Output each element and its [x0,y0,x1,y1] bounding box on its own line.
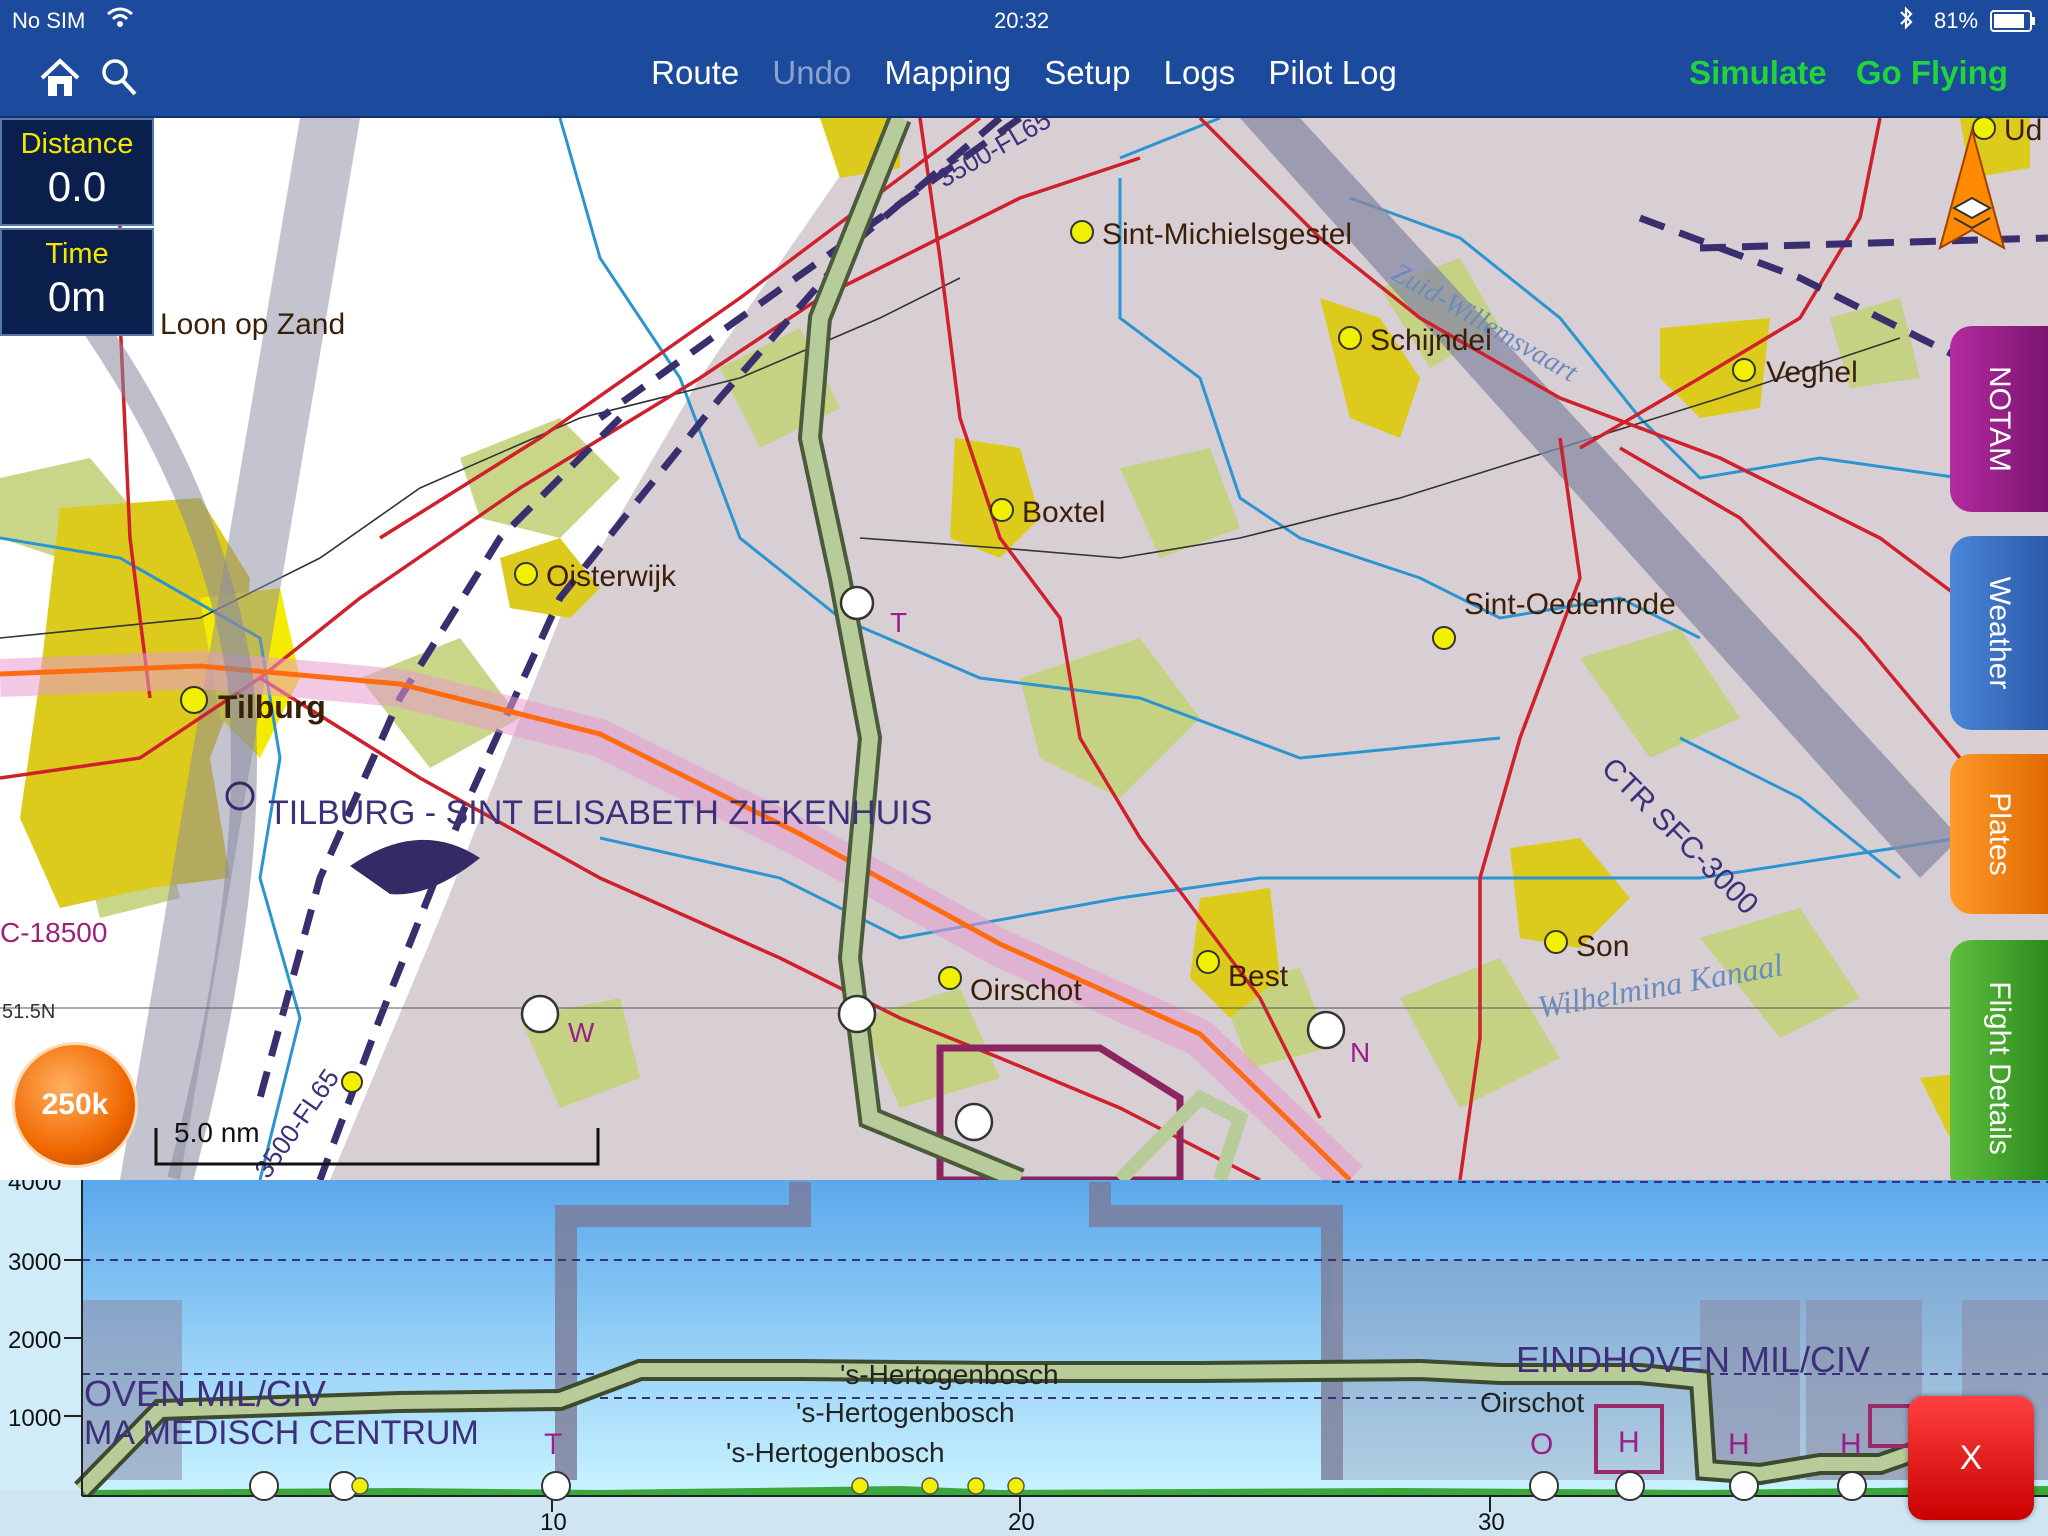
label-oirschot: Oirschot [970,974,1082,1007]
carrier-label: No SIM [12,8,86,33]
scale-label: 5.0 nm [174,1117,260,1148]
profile-label-hb3: 's-Hertogenbosch [726,1437,945,1468]
label-oisterwijk: Oisterwijk [546,560,677,593]
profile-label-hb1: 's-Hertogenbosch [840,1359,1059,1390]
profile-label-oirschot: Oirschot [1480,1387,1584,1418]
flight-actions: Simulate Go Flying [1669,54,2008,92]
tab-flight-details[interactable]: Flight Details [1950,940,2048,1196]
profile-label-eindhoven-left: OVEN MIL/CIV [84,1373,326,1414]
x-tick-30: 30 [1478,1509,1505,1536]
y-tick-1000: 1000 [8,1405,61,1432]
logs-button[interactable]: Logs [1164,54,1236,91]
label-rp-t: T [890,607,907,638]
profile-label-h1: H [1618,1426,1640,1459]
mapping-button[interactable]: Mapping [884,54,1011,91]
distance-label: Distance [20,128,134,160]
time-box[interactable]: Time 0m [0,228,154,336]
profile-label-hb2: 's-Hertogenbosch [796,1397,1015,1428]
profile-label-h2: H [1728,1428,1750,1461]
tab-plates[interactable]: Plates [1950,754,2048,914]
time-value: 0m [47,273,107,320]
tab-weather[interactable]: Weather [1950,536,2048,730]
label-boxtel: Boxtel [1022,496,1105,529]
go-flying-button[interactable]: Go Flying [1856,54,2008,91]
label-latitude: 51.5N [2,1001,55,1023]
x-tick-20: 20 [1008,1509,1035,1536]
tab-plates-label: Plates [1983,792,2016,876]
profile-chart[interactable]: 4000 3000 2000 1000 10 20 30 OVEN MIL/CI… [0,1180,2048,1536]
profile-label-eindhoven-right: EINDHOVEN MIL/CIV [1516,1339,1870,1380]
zoom-scale-button[interactable]: 250k [12,1042,138,1168]
status-bar: No SIM 20:32 81% [0,0,2048,40]
label-rp-n: N [1350,1037,1370,1068]
label-airspace-left: C-18500 [0,917,107,948]
label-rp-w: W [568,1017,595,1048]
label-son: Son [1576,930,1629,963]
time-label: Time [45,238,109,270]
distance-value: 0.0 [47,163,107,210]
tab-weather-label: Weather [1983,576,2016,690]
undo-button[interactable]: Undo [772,54,851,91]
label-hospital: TILBURG - SINT ELISABETH ZIEKENHUIS [268,794,932,832]
y-tick-labels: 4000 3000 2000 1000 [8,1180,61,1432]
setup-button[interactable]: Setup [1044,54,1130,91]
y-tick-2000: 2000 [8,1327,61,1354]
tab-flight-details-label: Flight Details [1983,981,2016,1155]
profile-label-t: T [544,1428,562,1461]
bluetooth-icon [1898,6,1914,36]
battery-percent: 81% [1934,8,1979,33]
map-view[interactable]: Ud Sint-Michielsgestel Loon op Zand Schi… [0,118,2048,1180]
label-best: Best [1228,960,1289,993]
pilot-log-button[interactable]: Pilot Log [1268,54,1396,91]
nav-bar: Route Undo Mapping Setup Logs Pilot Log … [0,40,2048,118]
y-tick-4000: 4000 [8,1180,61,1196]
distance-box[interactable]: Distance 0.0 [0,118,154,226]
clock: 20:32 [994,8,1050,33]
tab-notam-label: NOTAM [1983,365,2016,473]
tab-notam[interactable]: NOTAM [1950,326,2048,512]
x-tick-10: 10 [540,1509,567,1536]
label-sint-michielsgestel: Sint-Michielsgestel [1102,218,1352,251]
label-ud: Ud [2004,118,2042,147]
y-tick-3000: 3000 [8,1249,61,1276]
label-veghel: Veghel [1766,356,1858,389]
profile-label-h3: H [1840,1428,1862,1461]
close-profile-button[interactable]: X [1908,1396,2034,1520]
profile-label-o: O [1530,1428,1553,1461]
label-loon-op-zand: Loon op Zand [160,308,345,341]
simulate-button[interactable]: Simulate [1689,54,1827,91]
vertical-profile[interactable]: 4000 3000 2000 1000 10 20 30 OVEN MIL/CI… [0,1180,2048,1536]
battery-icon [1990,10,2036,38]
route-button[interactable]: Route [651,54,739,91]
label-tilburg: Tilburg [218,689,326,725]
aviation-chart[interactable]: Ud Sint-Michielsgestel Loon op Zand Schi… [0,118,2048,1180]
wifi-icon [106,6,134,34]
label-sint-oedenrode: Sint-Oedenrode [1464,588,1676,621]
profile-label-medisch: MA MEDISCH CENTRUM [84,1414,479,1452]
